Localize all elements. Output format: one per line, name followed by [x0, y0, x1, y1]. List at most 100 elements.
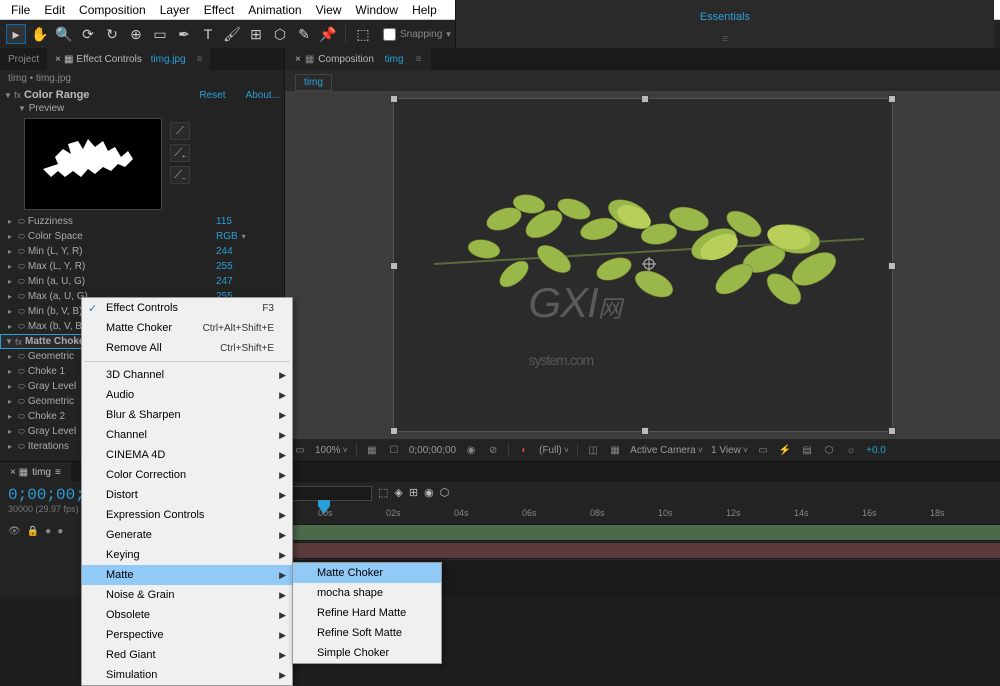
- transparency-icon[interactable]: ▦: [608, 443, 622, 457]
- rect-tool[interactable]: ▭: [150, 24, 170, 44]
- reset-exposure-icon[interactable]: ☼: [844, 443, 858, 457]
- key-preview: [24, 118, 162, 210]
- selection-tool[interactable]: ▸: [6, 24, 26, 44]
- resolution-icon[interactable]: ▦: [365, 443, 379, 457]
- eye-icon[interactable]: 👁: [8, 526, 21, 537]
- lock-icon[interactable]: 🔒: [27, 526, 39, 537]
- eyedropper-sub[interactable]: ⟋₋: [170, 166, 190, 184]
- menu-help[interactable]: Help: [405, 3, 444, 17]
- search-icon[interactable]: 🔍: [715, 0, 735, 1]
- clone-tool[interactable]: ⊞: [246, 24, 266, 44]
- menu-composition[interactable]: Composition: [72, 3, 153, 17]
- menu-item-effect-controls[interactable]: ✓Effect ControlsF3: [82, 298, 292, 318]
- local-axis-icon[interactable]: ⬚: [353, 24, 373, 44]
- color-icon[interactable]: ◐: [517, 443, 531, 457]
- composition-tab[interactable]: ×▦Composition timg≡: [285, 48, 431, 70]
- snapshot-icon[interactable]: ◉: [464, 443, 478, 457]
- submenu-item-mocha-shape[interactable]: mocha shape: [293, 583, 441, 603]
- menu-item-3d-channel[interactable]: 3D Channel▶: [82, 365, 292, 385]
- tl-icon-3[interactable]: ⊞: [409, 486, 418, 501]
- submenu-item-refine-soft-matte[interactable]: Refine Soft Matte: [293, 623, 441, 643]
- tl-icon-2[interactable]: ◈: [394, 486, 402, 501]
- menu-view[interactable]: View: [309, 3, 349, 17]
- menu-item-channel[interactable]: Channel▶: [82, 425, 292, 445]
- anchor-tool[interactable]: ⊕: [126, 24, 146, 44]
- puppet-tool[interactable]: 📌: [318, 24, 338, 44]
- menu-file[interactable]: File: [4, 3, 37, 17]
- eraser-tool[interactable]: ⬡: [270, 24, 290, 44]
- submenu-item-refine-hard-matte[interactable]: Refine Hard Matte: [293, 603, 441, 623]
- menu-item-remove-all[interactable]: Remove AllCtrl+Shift+E: [82, 338, 292, 358]
- menu-item-distort[interactable]: Distort▶: [82, 485, 292, 505]
- menu-item-keying[interactable]: Keying▶: [82, 545, 292, 565]
- menu-item-color-correction[interactable]: Color Correction▶: [82, 465, 292, 485]
- hand-tool[interactable]: ✋: [30, 24, 50, 44]
- menu-item-blur---sharpen[interactable]: Blur & Sharpen▶: [82, 405, 292, 425]
- project-tab[interactable]: Project: [0, 48, 47, 70]
- menu-animation[interactable]: Animation: [241, 3, 308, 17]
- menu-item-noise---grain[interactable]: Noise & Grain▶: [82, 585, 292, 605]
- menu-item-red-giant[interactable]: Red Giant▶: [82, 645, 292, 665]
- zoom-tool[interactable]: 🔍: [54, 24, 74, 44]
- snapping-checkbox[interactable]: [383, 28, 396, 41]
- view-dropdown[interactable]: 1 View˅: [711, 445, 748, 456]
- channel-icon[interactable]: ☐: [387, 443, 401, 457]
- layer-tab[interactable]: timg: [295, 74, 332, 91]
- param-min--a--u--g-[interactable]: ▸⬭Min (a, U, G)247: [0, 274, 284, 289]
- eyedropper-add[interactable]: ⟋₊: [170, 144, 190, 162]
- menu-item-cinema-4d[interactable]: CINEMA 4D▶: [82, 445, 292, 465]
- menu-item-matte[interactable]: Matte▶Matte Chokermocha shapeRefine Hard…: [82, 565, 292, 585]
- camera-dropdown[interactable]: Active Camera˅: [630, 445, 703, 456]
- resolution-dropdown[interactable]: (Full)˅: [539, 445, 569, 456]
- menu-item-audio[interactable]: Audio▶: [82, 385, 292, 405]
- submenu-item-simple-choker[interactable]: Simple Choker: [293, 643, 441, 663]
- pixel-aspect-icon[interactable]: ▭: [756, 443, 770, 457]
- param-color-space[interactable]: ▸⬭Color SpaceRGB▾: [0, 229, 284, 244]
- orbit-tool[interactable]: ⟳: [78, 24, 98, 44]
- menu-item-perspective[interactable]: Perspective▶: [82, 625, 292, 645]
- param-fuzziness[interactable]: ▸⬭Fuzziness115: [0, 214, 284, 229]
- menu-window[interactable]: Window: [348, 3, 405, 17]
- viewport[interactable]: GXI网 system.com: [285, 91, 1000, 439]
- tl-icon-5[interactable]: ⬡: [440, 486, 450, 501]
- exposure-value[interactable]: +0.0: [866, 445, 886, 456]
- tl-icon-4[interactable]: ◉: [424, 486, 434, 501]
- tl-icon-1[interactable]: ⬚: [378, 486, 388, 501]
- menu-item-generate[interactable]: Generate▶: [82, 525, 292, 545]
- current-time[interactable]: 0;00;00;00: [409, 445, 456, 456]
- param-max--l--y--r-[interactable]: ▸⬭Max (L, Y, R)255: [0, 259, 284, 274]
- search-input[interactable]: [292, 486, 372, 501]
- type-tool[interactable]: T: [198, 24, 218, 44]
- brush-tool[interactable]: 🖌: [222, 24, 242, 44]
- menu-item-matte-choker[interactable]: Matte ChokerCtrl+Alt+Shift+E: [82, 318, 292, 338]
- flowchart-icon[interactable]: ⬡: [822, 443, 836, 457]
- menu-item-obsolete[interactable]: Obsolete▶: [82, 605, 292, 625]
- pen-tool[interactable]: ✒: [174, 24, 194, 44]
- menu-effect[interactable]: Effect: [197, 3, 241, 17]
- snapping-label: Snapping: [400, 29, 442, 40]
- menu-item-simulation[interactable]: Simulation▶: [82, 665, 292, 685]
- roto-tool[interactable]: ✎: [294, 24, 314, 44]
- submenu-item-matte-choker[interactable]: Matte Choker: [293, 563, 441, 583]
- layer-bar-1[interactable]: [284, 525, 1000, 540]
- menu-item-expression-controls[interactable]: Expression Controls▶: [82, 505, 292, 525]
- rotate-tool[interactable]: ↻: [102, 24, 122, 44]
- reset-link[interactable]: Reset: [199, 90, 225, 101]
- show-snapshot-icon[interactable]: ⊘: [486, 443, 500, 457]
- layer-bar-2[interactable]: [284, 543, 1000, 558]
- workspace-essentials[interactable]: Essentials: [700, 11, 750, 23]
- zoom-dropdown[interactable]: 100%˅: [315, 445, 348, 456]
- timeline-tab[interactable]: × ▦ timg ≡: [0, 462, 71, 482]
- magnify-icon[interactable]: ▭: [293, 443, 307, 457]
- menu-layer[interactable]: Layer: [153, 3, 197, 17]
- roi-icon[interactable]: ◫: [586, 443, 600, 457]
- menu-edit[interactable]: Edit: [37, 3, 72, 17]
- param-min--l--y--r-[interactable]: ▸⬭Min (L, Y, R)244: [0, 244, 284, 259]
- about-link[interactable]: About...: [246, 90, 280, 101]
- fx-color-range-header[interactable]: ▼fx Color Range Reset About...: [0, 87, 284, 103]
- fast-previews-icon[interactable]: ⚡: [778, 443, 792, 457]
- timeline-icon[interactable]: ▤: [800, 443, 814, 457]
- eyedropper-key[interactable]: ⟋: [170, 122, 190, 140]
- playhead[interactable]: [318, 500, 330, 514]
- effect-controls-tab[interactable]: ×▦Effect Controls timg.jpg≡: [47, 48, 210, 70]
